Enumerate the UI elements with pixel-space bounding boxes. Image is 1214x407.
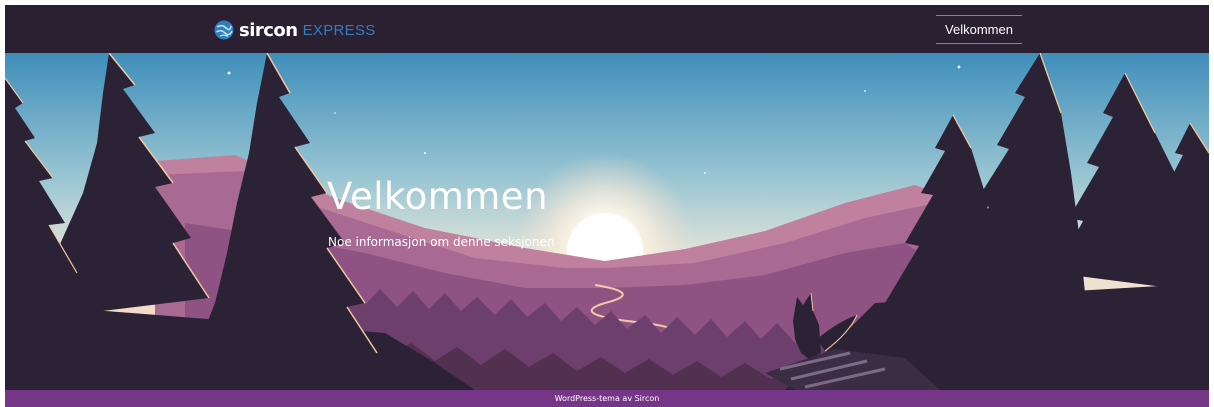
nav-item-velkommen[interactable]: Velkommen — [936, 15, 1022, 44]
globe-logo-icon — [214, 20, 234, 40]
logo-wordmark: sircon — [239, 19, 298, 41]
hero-subtitle: Noe informasjon om denne seksjonen — [328, 235, 555, 249]
page: sircon EXPRESS Velkommen Velkommen Noe i… — [5, 5, 1209, 407]
site-logo[interactable]: sircon EXPRESS — [214, 18, 376, 42]
hero-landscape-illustration — [5, 53, 1209, 390]
hero-title: Velkommen — [327, 175, 549, 218]
site-footer: WordPress-tema av Sircon — [5, 390, 1209, 407]
footer-credit[interactable]: WordPress-tema av Sircon — [555, 394, 660, 403]
logo-subtitle: EXPRESS — [302, 21, 376, 39]
hero-banner: Velkommen Noe informasjon om denne seksj… — [5, 53, 1209, 390]
site-header: sircon EXPRESS Velkommen — [5, 5, 1209, 53]
